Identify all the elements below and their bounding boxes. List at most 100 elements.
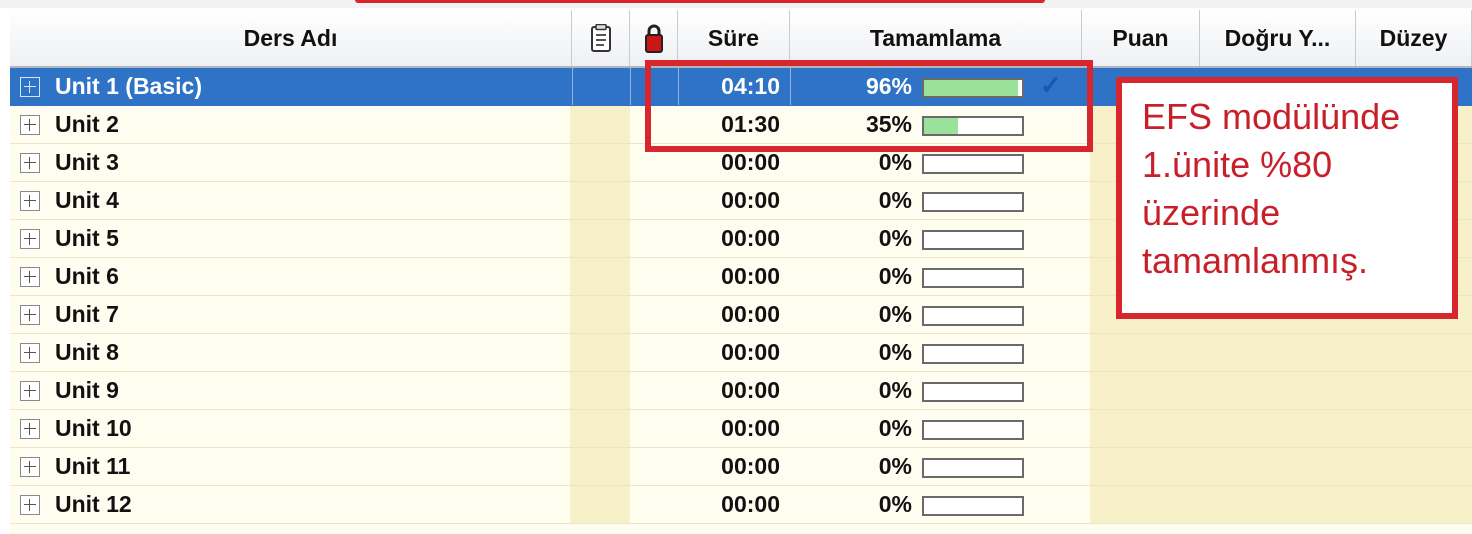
progress-bar [922, 268, 1024, 288]
cell-lesson-name: Unit 12 [10, 486, 570, 523]
cell-lesson-name: Unit 5 [10, 220, 570, 257]
cell-notes [570, 372, 630, 409]
expand-icon[interactable] [20, 380, 40, 401]
cell-lesson-name: Unit 10 [10, 410, 570, 447]
table-row[interactable]: Unit 10 00:00 0% [10, 410, 1472, 448]
cell-correct [1208, 486, 1364, 523]
lesson-name: Unit 10 [55, 415, 132, 441]
expand-icon[interactable] [20, 494, 40, 515]
cell-completion-percent: 0% [878, 377, 912, 403]
cell-duration: 00:00 [721, 453, 780, 479]
table-row[interactable]: Unit 12 00:00 0% [10, 486, 1472, 524]
cell-notes [570, 182, 630, 219]
expand-icon[interactable] [20, 418, 40, 439]
lesson-name: Unit 4 [55, 187, 119, 213]
cell-completion-percent: 0% [878, 301, 912, 327]
lesson-name: Unit 11 [55, 453, 131, 479]
lesson-name: Unit 6 [55, 263, 119, 289]
expand-icon[interactable] [20, 228, 40, 249]
cell-lesson-name: Unit 2 [10, 106, 570, 143]
cell-lesson-name: Unit 8 [10, 334, 570, 371]
cell-duration: 00:00 [721, 377, 780, 403]
cell-duration: 00:00 [721, 491, 780, 517]
cell-duration: 00:00 [721, 187, 780, 213]
cell-notes [570, 448, 630, 485]
cell-score [1090, 486, 1208, 523]
lesson-name: Unit 7 [55, 301, 119, 327]
expand-icon[interactable] [20, 456, 40, 477]
lesson-name: Unit 8 [55, 339, 119, 365]
cell-level [1364, 372, 1472, 409]
cell-score [1090, 372, 1208, 409]
cell-notes [570, 334, 630, 371]
cell-lesson-name: Unit 7 [10, 296, 570, 333]
expand-icon[interactable] [20, 76, 40, 97]
cell-completion-percent: 0% [878, 225, 912, 251]
cell-score [1090, 410, 1208, 447]
lesson-name: Unit 12 [55, 491, 132, 517]
cell-lesson-name: Unit 1 (Basic) [10, 68, 570, 105]
column-header-notes[interactable] [572, 10, 630, 66]
cell-duration: 00:00 [721, 339, 780, 365]
progress-bar [922, 458, 1024, 478]
progress-bar [922, 382, 1024, 402]
cell-correct [1208, 372, 1364, 409]
cell-duration: 00:00 [721, 415, 780, 441]
table-row[interactable]: Unit 8 00:00 0% [10, 334, 1472, 372]
progress-bar [922, 230, 1024, 250]
expand-icon[interactable] [20, 266, 40, 287]
cell-lesson-name: Unit 3 [10, 144, 570, 181]
column-header-lock[interactable] [630, 10, 678, 66]
cell-completion-percent: 0% [878, 453, 912, 479]
cell-correct [1208, 448, 1364, 485]
cell-lesson-name: Unit 11 [10, 448, 570, 485]
table-row[interactable]: Unit 11 00:00 0% [10, 448, 1472, 486]
lesson-name: Unit 9 [55, 377, 119, 403]
cell-notes [570, 410, 630, 447]
cell-completion-percent: 0% [878, 339, 912, 365]
progress-bar [922, 420, 1024, 440]
column-header-duration[interactable]: Süre [678, 10, 790, 66]
lesson-name: Unit 3 [55, 149, 119, 175]
expand-icon[interactable] [20, 342, 40, 363]
expand-icon[interactable] [20, 152, 40, 173]
cell-level [1364, 448, 1472, 485]
column-divider [630, 68, 631, 105]
cell-lesson-name: Unit 9 [10, 372, 570, 409]
cell-completion-percent: 0% [878, 415, 912, 441]
column-header-level[interactable]: Düzey [1356, 10, 1472, 66]
cell-completion-percent: 0% [878, 491, 912, 517]
column-header-completion[interactable]: Tamamlama [790, 10, 1082, 66]
column-header-lesson-name[interactable]: Ders Adı [10, 10, 572, 66]
expand-icon[interactable] [20, 190, 40, 211]
table-row[interactable]: Unit 9 00:00 0% [10, 372, 1472, 410]
cell-correct [1208, 334, 1364, 371]
cell-duration: 00:00 [721, 301, 780, 327]
annotation-line: EFS modülünde [1142, 96, 1401, 137]
progress-bar [922, 154, 1024, 174]
cell-level [1364, 486, 1472, 523]
cell-lesson-name: Unit 4 [10, 182, 570, 219]
progress-bar [922, 344, 1024, 364]
annotation-line: 1.ünite %80 [1142, 144, 1333, 185]
progress-bar [922, 192, 1024, 212]
cell-duration: 00:00 [721, 263, 780, 289]
cell-completion-percent: 0% [878, 187, 912, 213]
column-header-score[interactable]: Puan [1082, 10, 1200, 66]
lesson-name: Unit 2 [55, 111, 119, 137]
lesson-name: Unit 1 (Basic) [55, 73, 202, 99]
expand-icon[interactable] [20, 304, 40, 325]
expand-icon[interactable] [20, 114, 40, 135]
progress-bar [922, 496, 1024, 516]
cell-notes [570, 220, 630, 257]
cell-lesson-name: Unit 6 [10, 258, 570, 295]
column-header-correct[interactable]: Doğru Y... [1200, 10, 1356, 66]
cell-score [1090, 334, 1208, 371]
column-divider [572, 68, 573, 105]
cell-duration: 00:00 [721, 225, 780, 251]
annotation-line: üzerinde [1142, 192, 1281, 233]
lesson-name: Unit 5 [55, 225, 119, 251]
progress-bar [922, 306, 1024, 326]
cell-notes [570, 106, 630, 143]
cell-level [1364, 334, 1472, 371]
